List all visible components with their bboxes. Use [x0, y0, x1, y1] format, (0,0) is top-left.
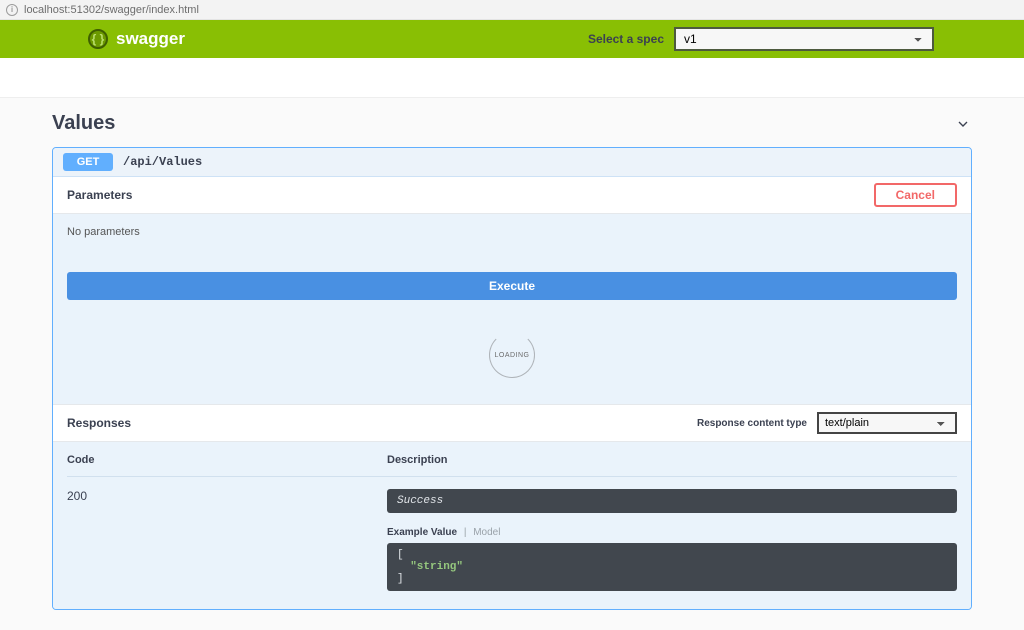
responses-body: Code 200 Description Success Example Val… [53, 442, 971, 609]
parameters-body: No parameters [53, 214, 971, 256]
example-json[interactable]: [ "string"] [387, 543, 957, 591]
th-code: Code [67, 454, 387, 477]
parameters-header: Parameters Cancel [53, 177, 971, 214]
method-badge: GET [63, 153, 113, 171]
operation-path: /api/Values [123, 155, 202, 169]
loading-area: LOADING [53, 310, 971, 404]
responses-header: Responses Response content type text/pla… [53, 404, 971, 442]
loading-spinner-icon: LOADING [489, 332, 535, 378]
operation-summary[interactable]: GET /api/Values [53, 148, 971, 177]
spec-select[interactable]: v1 [674, 27, 934, 51]
responses-label: Responses [67, 416, 131, 430]
response-description: Success [387, 489, 957, 513]
tag-header[interactable]: Values [52, 106, 972, 147]
execute-button[interactable]: Execute [67, 272, 957, 300]
content-type-select[interactable]: text/plain [817, 412, 957, 434]
info-icon: i [6, 4, 18, 16]
parameters-label: Parameters [67, 188, 132, 202]
browser-url: localhost:51302/swagger/index.html [24, 4, 199, 16]
cancel-button[interactable]: Cancel [874, 183, 957, 207]
response-code: 200 [67, 477, 387, 503]
example-value-label[interactable]: Example Value [387, 527, 457, 538]
operation-block: GET /api/Values Parameters Cancel No par… [52, 147, 972, 610]
tag-title: Values [52, 112, 115, 135]
chevron-down-icon[interactable] [954, 115, 972, 133]
swagger-logo-icon: { } [88, 29, 108, 49]
swagger-topbar: { } swagger Select a spec v1 [0, 20, 1024, 58]
info-band [0, 58, 1024, 98]
th-description: Description [387, 454, 957, 477]
model-label[interactable]: Model [473, 527, 500, 538]
spec-select-label: Select a spec [588, 32, 664, 46]
browser-address-bar: i localhost:51302/swagger/index.html [0, 0, 1024, 20]
content-type-label: Response content type [697, 418, 807, 429]
swagger-brand: swagger [116, 29, 185, 49]
